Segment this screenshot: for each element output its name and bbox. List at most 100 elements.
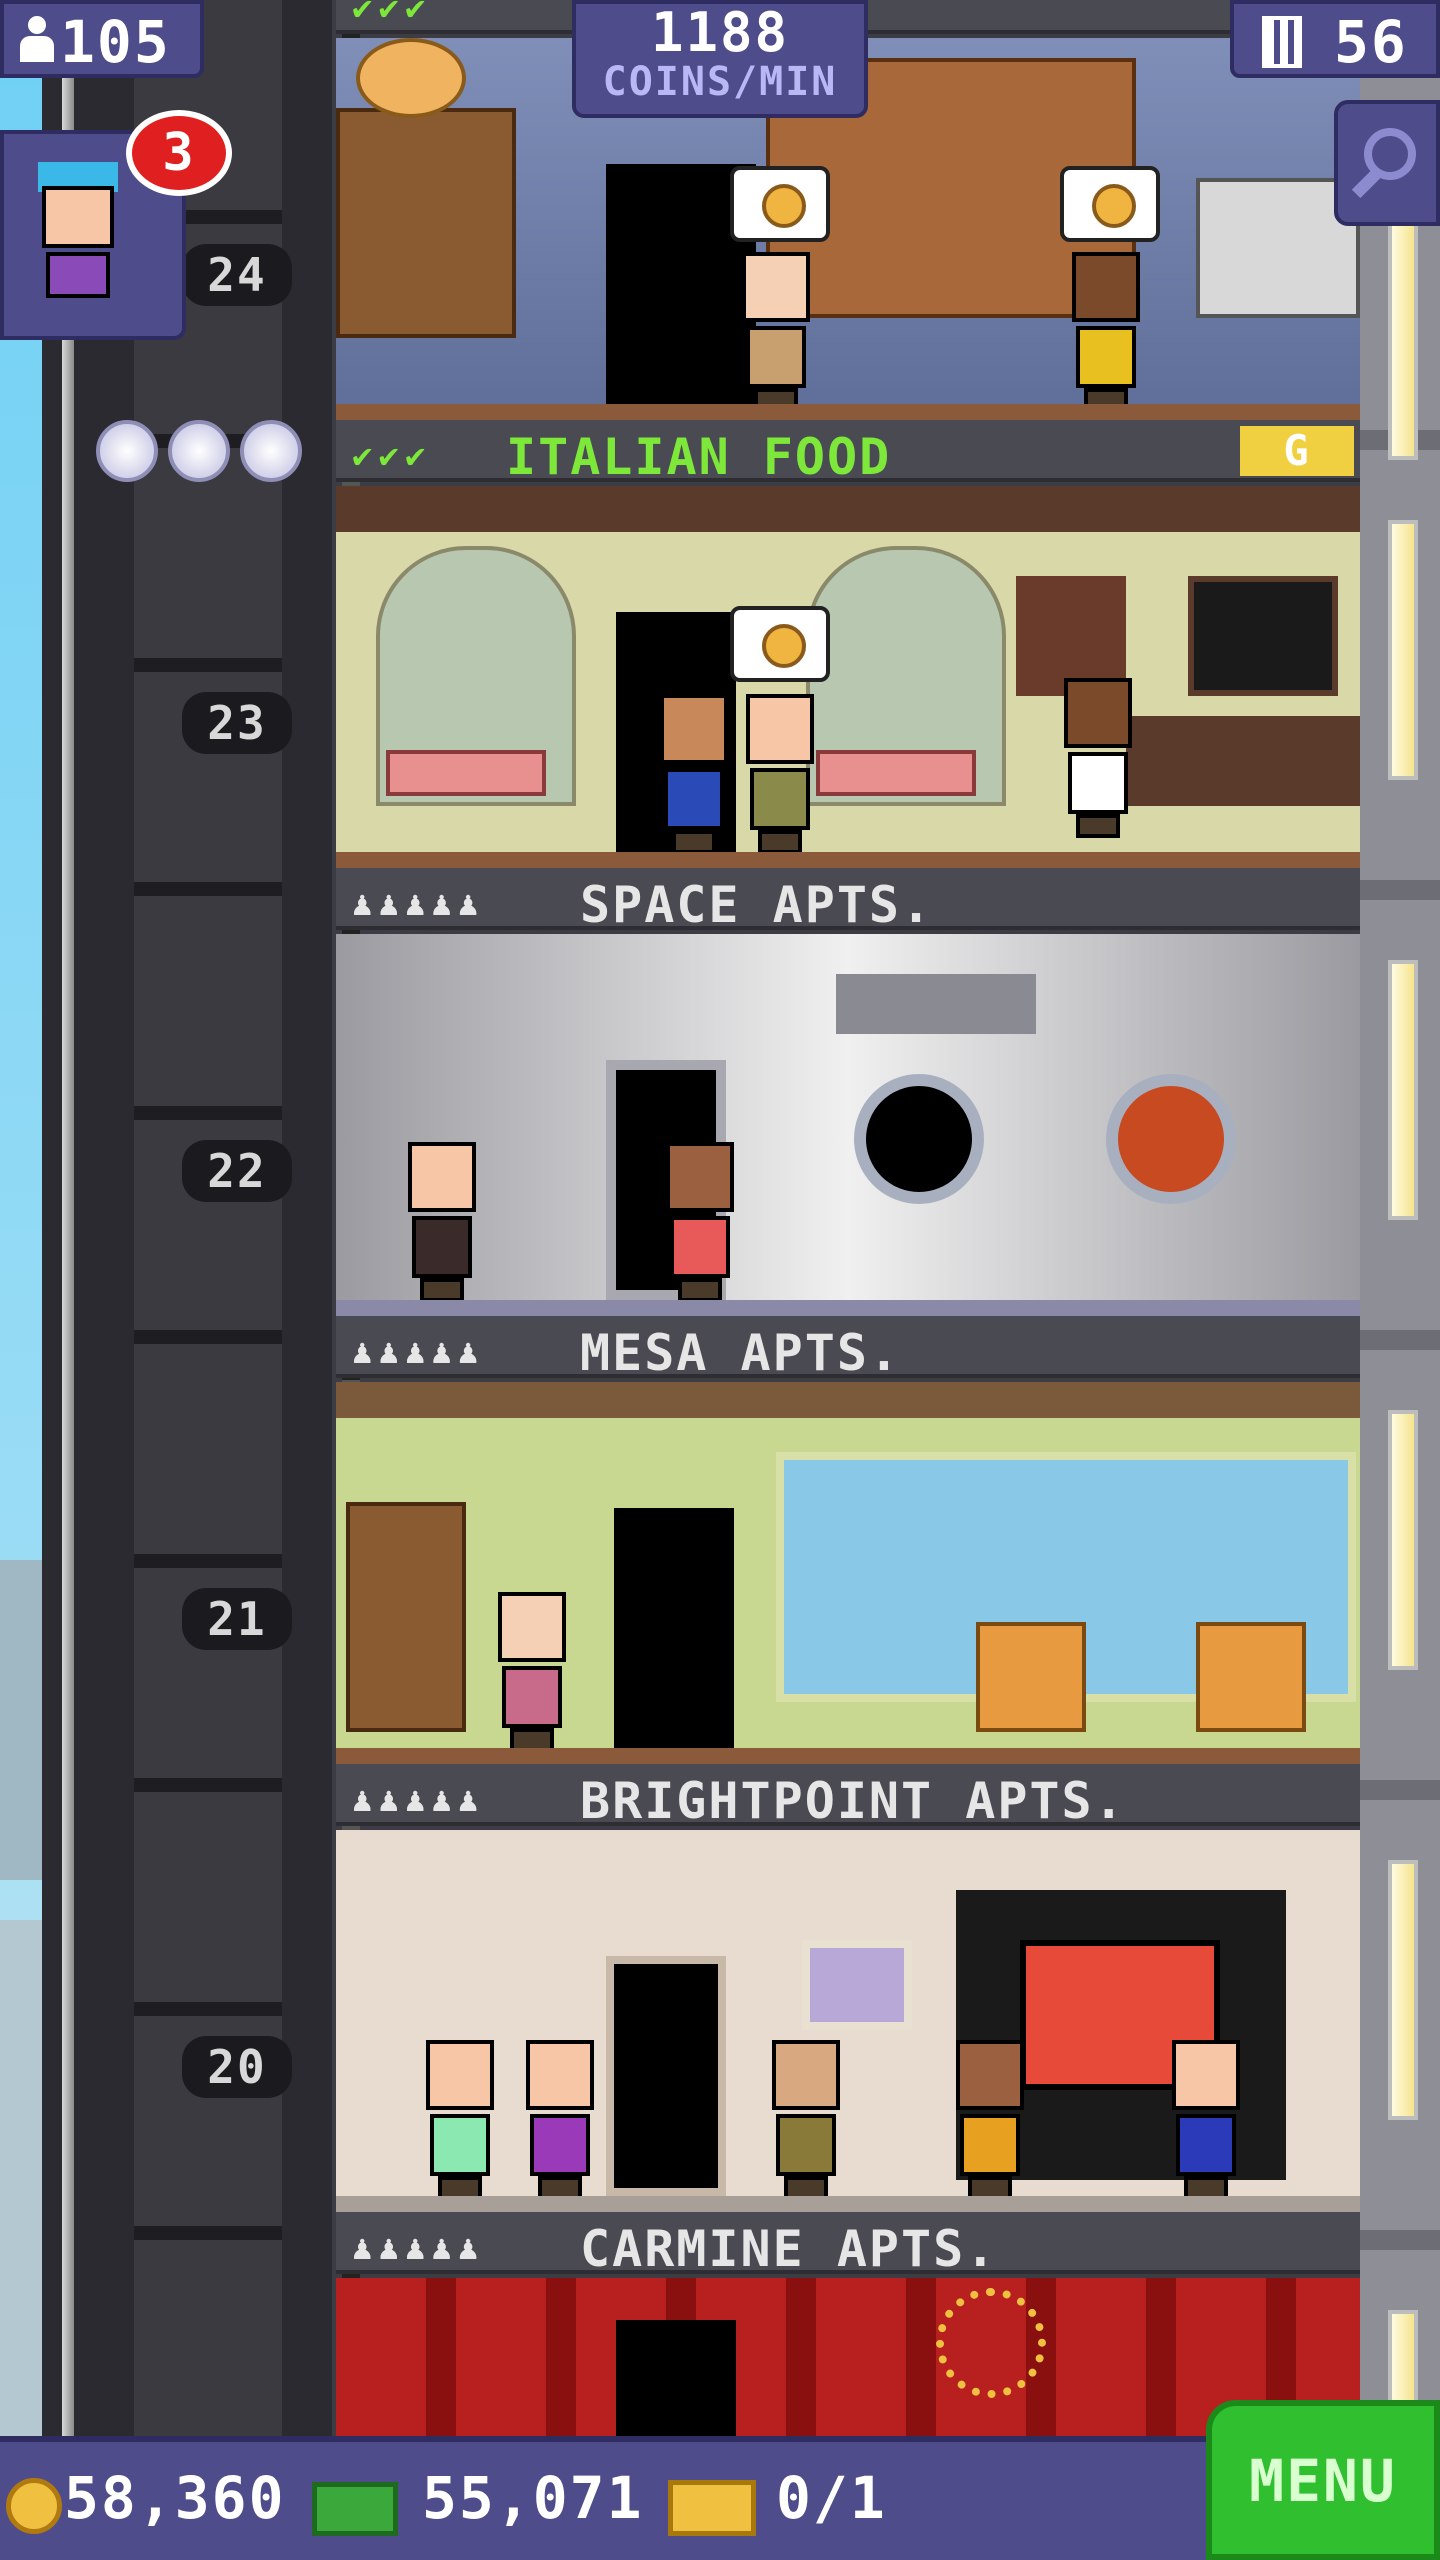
control-panel — [836, 974, 1036, 1034]
bitizen[interactable] — [420, 2040, 500, 2200]
search-button[interactable] — [1334, 100, 1440, 226]
floor-number: 22 — [182, 1140, 292, 1202]
floor-mesa-apts[interactable]: ♟♟♟♟♟ MESA APTS. — [336, 1316, 1360, 1764]
floor-label-bar: ♟♟♟♟♟ CARMINE APTS. — [336, 2212, 1360, 2278]
chandelier — [936, 2288, 1046, 2398]
star-icon — [168, 420, 230, 482]
bitizen-avatar[interactable] — [28, 162, 128, 312]
resident-icons: ♟♟♟♟♟ — [352, 884, 485, 924]
elevator-shaft[interactable]: 24 23 22 21 20 — [42, 0, 360, 2440]
bux-value: 55,071 — [422, 2464, 644, 2532]
armchair — [1196, 1622, 1306, 1732]
wall-window — [1388, 200, 1418, 460]
population-counter[interactable]: 105 — [0, 0, 204, 78]
tickets-value: 0/1 — [776, 2464, 887, 2532]
building-icon — [1262, 16, 1302, 68]
bread-shelf — [336, 108, 516, 338]
resident-icons: ♟♟♟♟♟ — [352, 2228, 485, 2268]
porthole-window — [854, 1074, 984, 1204]
floor-number: 24 — [182, 244, 292, 306]
customer-bubble[interactable] — [1060, 166, 1160, 242]
carmine-apartment-room[interactable] — [336, 2278, 1360, 2436]
floor-door — [614, 1508, 734, 1748]
mesa-apartment-room[interactable] — [336, 1382, 1360, 1764]
floor-count-panel[interactable]: 56 — [1230, 0, 1440, 78]
wall-window — [1388, 960, 1418, 1220]
gold-badge[interactable]: G — [1240, 426, 1354, 476]
sky-background — [0, 0, 42, 2560]
armchair — [976, 1622, 1086, 1732]
floor-label-bar: ♟♟♟♟♟ BRIGHTPOINT APTS. — [336, 1764, 1360, 1830]
elevator-rail — [62, 0, 74, 2440]
floor-name: SPACE APTS. — [580, 876, 934, 934]
bitizen[interactable] — [740, 694, 820, 854]
stock-checks: ✔✔✔ — [352, 0, 432, 28]
dining-table — [816, 750, 976, 796]
brightpoint-apartment-room[interactable] — [336, 1830, 1360, 2212]
floor-count-value: 56 — [1334, 8, 1408, 76]
floor-label-bar: ♟♟♟♟♟ MESA APTS. — [336, 1316, 1360, 1382]
floor-number: 23 — [182, 692, 292, 754]
distant-building — [0, 1920, 42, 2440]
coins-per-minute-value: 1188 — [650, 1, 790, 64]
porthole-window — [1106, 1074, 1236, 1204]
wall-window — [1388, 520, 1418, 780]
tower-bux-icon — [312, 2482, 398, 2536]
wall-painting — [802, 1940, 912, 2030]
kitchen-counter — [1126, 716, 1360, 806]
bitizen[interactable] — [1166, 2040, 1246, 2200]
notification-badge: 3 — [126, 110, 232, 196]
bitizen[interactable] — [492, 1592, 572, 1752]
golden-ticket-icon — [668, 2480, 756, 2536]
floor-carmine-apts[interactable]: ♟♟♟♟♟ CARMINE APTS. — [336, 2212, 1360, 2436]
pie-icon — [356, 38, 466, 118]
floor-ground — [336, 404, 1360, 420]
menu-button[interactable]: MENU — [1206, 2400, 1440, 2560]
resident-icons: ♟♟♟♟♟ — [352, 1332, 485, 1372]
coins-per-minute-panel: 1188 COINS/MIN — [572, 0, 868, 118]
ceiling-beam — [336, 1382, 1360, 1418]
distant-building — [0, 1560, 42, 1880]
floor-label-bar: ✔✔✔ ITALIAN FOOD G — [336, 420, 1360, 486]
elevator-stars — [96, 420, 316, 482]
floor-ground — [336, 852, 1360, 868]
space-apartment-room[interactable] — [336, 934, 1360, 1316]
star-icon — [240, 420, 302, 482]
bitizen[interactable] — [950, 2040, 1030, 2200]
floor-number: 21 — [182, 1588, 292, 1650]
floor-name: BRIGHTPOINT APTS. — [580, 1772, 1126, 1830]
floor-number: 20 — [182, 2036, 292, 2098]
vine-trellis — [336, 486, 1360, 532]
bitizen[interactable] — [402, 1142, 482, 1302]
chef[interactable] — [1058, 678, 1138, 838]
customer-bubble[interactable] — [730, 166, 830, 242]
wall-window — [1388, 1410, 1418, 1670]
floor-italian-food[interactable]: ✔✔✔ ITALIAN FOOD G — [336, 420, 1360, 868]
floor-ground — [336, 1300, 1360, 1316]
floor-space-apts[interactable]: ♟♟♟♟♟ SPACE APTS. — [336, 868, 1360, 1316]
italian-room[interactable] — [336, 486, 1360, 868]
coins-value: 58,360 — [64, 2464, 286, 2532]
star-icon — [96, 420, 158, 482]
coin-icon — [762, 624, 806, 668]
coin-icon — [6, 2478, 62, 2534]
menu-chalkboard — [1188, 576, 1338, 696]
floor-ground — [336, 1748, 1360, 1764]
floor-name: MESA APTS. — [580, 1324, 902, 1382]
floor-brightpoint-apts[interactable]: ♟♟♟♟♟ BRIGHTPOINT APTS. — [336, 1764, 1360, 2212]
bitizen[interactable] — [766, 2040, 846, 2200]
coin-icon — [762, 184, 806, 228]
bookshelf — [346, 1502, 466, 1732]
customer-bubble[interactable] — [730, 606, 830, 682]
bitizen[interactable] — [654, 694, 734, 854]
floor-name: CARMINE APTS. — [580, 2220, 998, 2278]
coin-icon — [1092, 184, 1136, 228]
dining-table — [386, 750, 546, 796]
population-value: 105 — [60, 8, 171, 76]
bitizen[interactable] — [660, 1142, 740, 1302]
bitizen[interactable] — [736, 252, 816, 412]
wall-window — [1388, 1860, 1418, 2120]
bitizen[interactable] — [520, 2040, 600, 2200]
bitizen[interactable] — [1066, 252, 1146, 412]
floor-name: ITALIAN FOOD — [506, 428, 892, 486]
